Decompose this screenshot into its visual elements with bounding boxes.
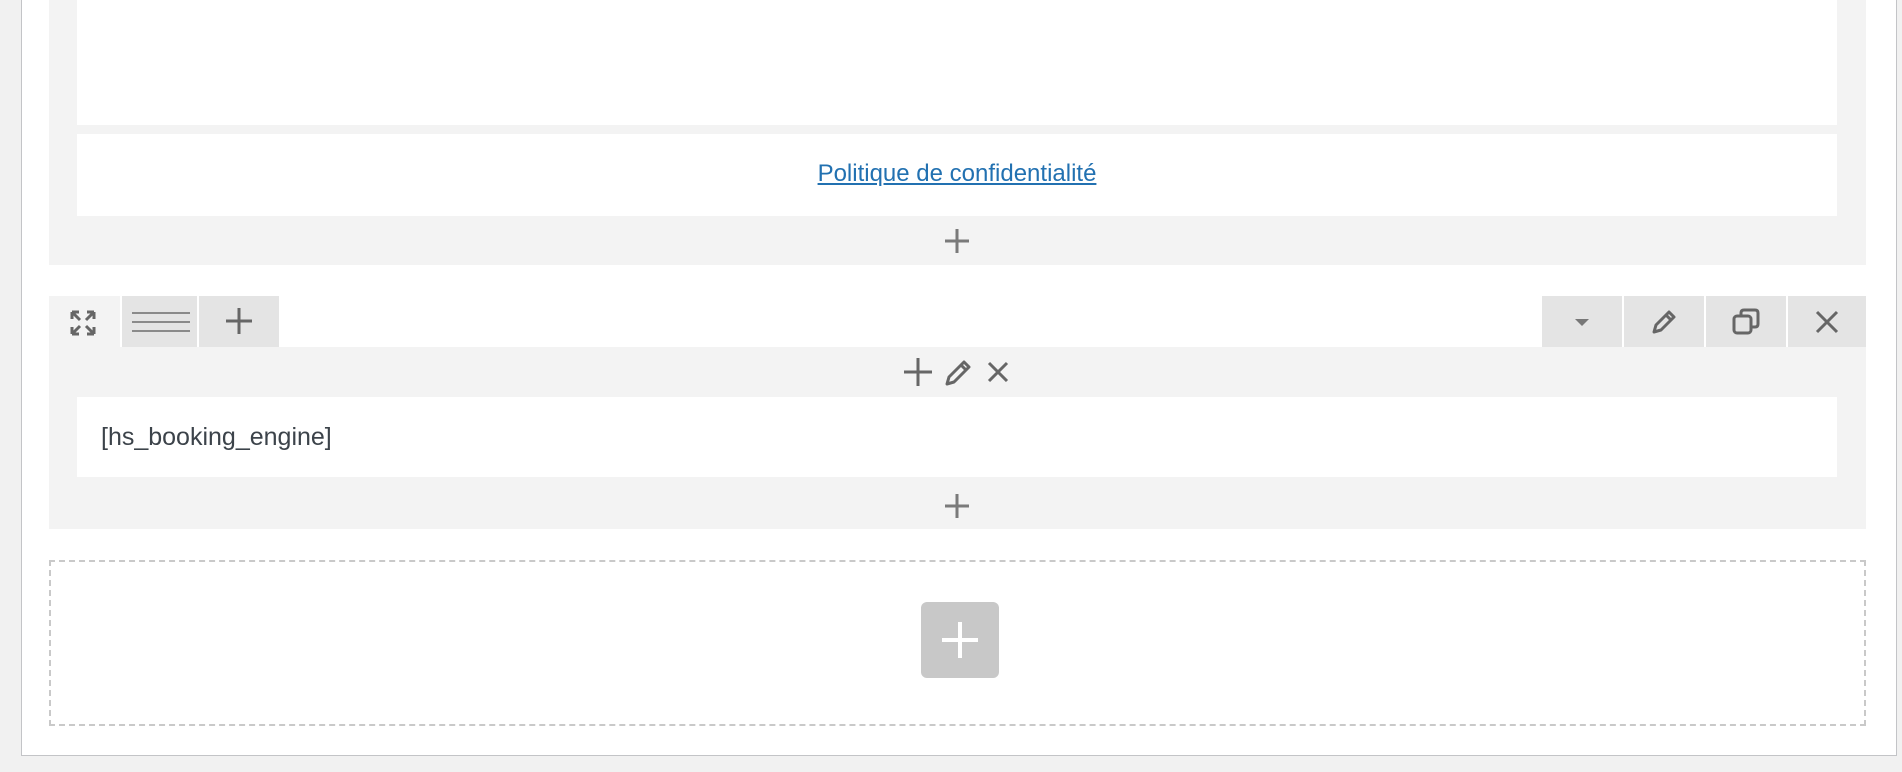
- plus-icon: [226, 308, 252, 334]
- pencil-icon: [945, 360, 971, 386]
- add-module-button[interactable]: [937, 221, 977, 261]
- plus-icon: [945, 494, 969, 518]
- add-module-to-column-button[interactable]: [898, 352, 938, 392]
- column-tools: [898, 352, 1018, 392]
- edit-column-button[interactable]: [938, 352, 978, 392]
- duplicate-row-button[interactable]: [1706, 296, 1786, 347]
- module-card-link[interactable]: Politique de confidentialité: [77, 134, 1837, 216]
- plus-icon: [904, 358, 932, 386]
- delete-row-button[interactable]: [1788, 296, 1866, 347]
- module-card-empty[interactable]: [77, 0, 1837, 125]
- caret-down-icon: [1575, 319, 1589, 326]
- add-row-button[interactable]: [921, 602, 999, 678]
- edit-row-button[interactable]: [1624, 296, 1704, 347]
- pencil-icon: [1652, 310, 1676, 334]
- row-options-dropdown[interactable]: [1542, 296, 1622, 347]
- row-section-1: Politique de confidentialité: [49, 0, 1866, 265]
- close-icon: [1815, 310, 1839, 334]
- drag-handle-icon: [132, 312, 190, 332]
- close-icon: [987, 361, 1009, 383]
- add-column-button[interactable]: [199, 296, 279, 347]
- expand-icon: [70, 310, 96, 336]
- privacy-policy-link[interactable]: Politique de confidentialité: [818, 160, 1097, 188]
- drag-handle[interactable]: [122, 296, 197, 347]
- delete-column-button[interactable]: [978, 352, 1018, 392]
- module-card-shortcode[interactable]: [hs_booking_engine]: [77, 397, 1837, 477]
- expand-button[interactable]: [49, 296, 120, 347]
- shortcode-text: [hs_booking_engine]: [101, 423, 332, 451]
- add-row-area: [49, 560, 1866, 726]
- add-module-button[interactable]: [937, 486, 977, 526]
- plus-icon: [942, 622, 978, 658]
- duplicate-icon: [1732, 308, 1760, 335]
- plus-icon: [945, 229, 969, 253]
